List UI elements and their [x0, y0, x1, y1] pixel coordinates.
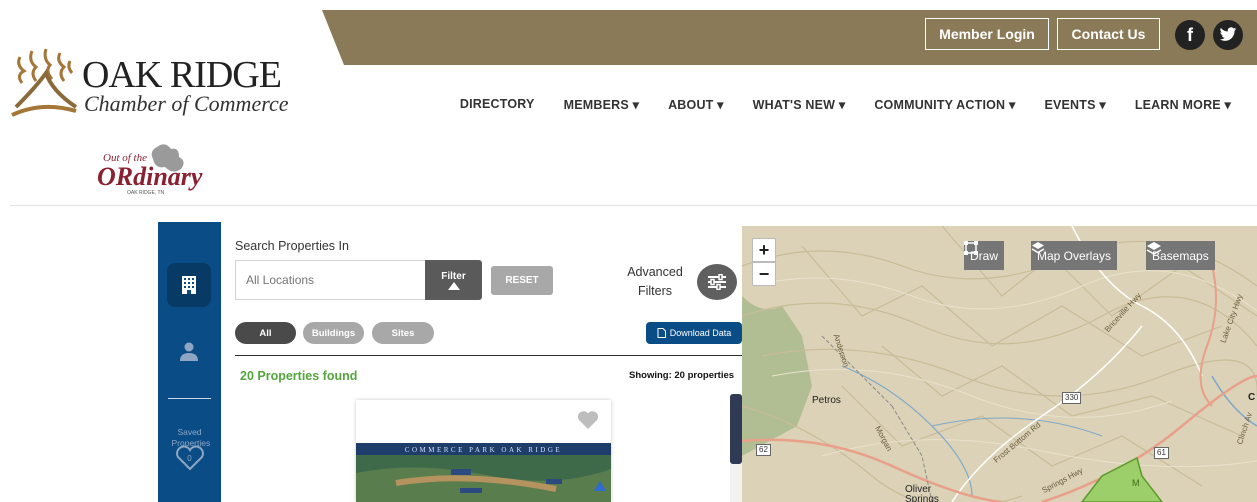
- tab-buildings[interactable]: Buildings: [303, 322, 364, 344]
- reset-button[interactable]: RESET: [491, 266, 553, 295]
- results-divider: [235, 355, 742, 356]
- route-shield-330: 330: [1062, 392, 1082, 404]
- download-data-label: Download Data: [669, 328, 732, 338]
- location-input[interactable]: [235, 260, 425, 300]
- oak-ridge-logo[interactable]: OAK RIDGE Chamber of Commerce: [10, 45, 310, 120]
- user-icon: [180, 342, 198, 361]
- saved-properties-button[interactable]: Saved Properties 0: [158, 427, 221, 471]
- route-shield-62: 62: [756, 444, 771, 456]
- contact-us-button[interactable]: Contact Us: [1057, 18, 1160, 50]
- nav-whats-new[interactable]: WHAT'S NEW ▾: [753, 97, 846, 112]
- logo-subtitle: Chamber of Commerce: [84, 91, 289, 116]
- heart-icon: 0: [175, 445, 205, 471]
- facebook-icon[interactable]: f: [1175, 20, 1205, 50]
- basemaps-icon: [1146, 242, 1162, 255]
- tab-all[interactable]: All: [235, 322, 296, 344]
- place-oliver-springs: Oliver Springs: [905, 484, 939, 502]
- out-of-the-ordinary-logo[interactable]: Out of the ORdinary OAK RIDGE, TN: [95, 143, 205, 198]
- nav-community-action[interactable]: COMMUNITY ACTION ▾: [874, 97, 1015, 112]
- sidebar-divider: [168, 398, 211, 399]
- draw-tool-button[interactable]: Draw: [964, 241, 1005, 270]
- sliders-icon: [708, 274, 726, 290]
- sidebar: Saved Properties 0: [158, 222, 221, 502]
- zoom-in-button[interactable]: +: [752, 238, 776, 262]
- layers-icon: [1031, 242, 1045, 254]
- nav-events[interactable]: EVENTS ▾: [1044, 97, 1105, 112]
- zoom-out-button[interactable]: −: [752, 262, 776, 286]
- draw-icon: [964, 241, 978, 255]
- section-divider: [10, 205, 1257, 206]
- map-overlays-button[interactable]: Map Overlays: [1031, 241, 1118, 270]
- advanced-filters-label[interactable]: Advanced Filters: [623, 263, 687, 301]
- property-card[interactable]: COMMERCE PARK OAK RIDGE: [356, 400, 611, 502]
- tab-sites[interactable]: Sites: [372, 322, 434, 344]
- search-panel: Search Properties In Filter RESET Advanc…: [221, 222, 742, 502]
- properties-found: 20 Properties found: [240, 369, 358, 383]
- search-label: Search Properties In: [235, 239, 349, 253]
- member-login-button[interactable]: Member Login: [925, 18, 1049, 50]
- caret-up-icon: [447, 281, 460, 290]
- page-root: Member Login Contact Us f OAK RIDGE Cham…: [0, 0, 1257, 502]
- favorite-heart-icon[interactable]: [577, 410, 599, 435]
- ooo-line2: ORdinary: [97, 162, 203, 191]
- nav-members[interactable]: MEMBERS ▾: [564, 97, 639, 112]
- map-overlays-label: Map Overlays: [1037, 248, 1112, 263]
- filter-button[interactable]: Filter: [425, 260, 482, 300]
- advanced-filters-button[interactable]: [697, 264, 737, 300]
- place-petros: Petros: [812, 395, 841, 406]
- pdf-icon: [657, 328, 666, 338]
- buildings-tab-button[interactable]: [167, 263, 211, 307]
- building-icon: [182, 276, 196, 294]
- results-scrollbar-thumb[interactable]: [730, 394, 742, 464]
- saved-count: 0: [187, 454, 192, 463]
- user-tab-button[interactable]: [167, 329, 211, 373]
- map-letter-c: C: [1248, 392, 1256, 403]
- ooo-line3: OAK RIDGE, TN: [127, 190, 165, 196]
- main-nav: DIRECTORY MEMBERS ▾ ABOUT ▾ WHAT'S NEW ▾…: [460, 97, 1231, 112]
- property-map[interactable]: + − Draw Map Overlays Basemaps Petros Ol…: [742, 226, 1257, 502]
- filter-label: Filter: [441, 270, 466, 282]
- showing-count: Showing: 20 properties: [629, 370, 735, 381]
- nav-about[interactable]: ABOUT ▾: [668, 97, 724, 112]
- twitter-icon[interactable]: [1213, 20, 1243, 50]
- basemaps-button[interactable]: Basemaps: [1146, 241, 1215, 270]
- map-letter-m: M: [1132, 478, 1140, 488]
- nav-directory[interactable]: DIRECTORY: [460, 97, 535, 112]
- download-data-button[interactable]: Download Data: [646, 322, 742, 344]
- nav-learn-more[interactable]: LEARN MORE ▾: [1135, 97, 1231, 112]
- oak-tree-icon: [11, 48, 78, 117]
- property-image[interactable]: COMMERCE PARK OAK RIDGE: [356, 443, 611, 502]
- route-shield-61: 61: [1154, 447, 1169, 459]
